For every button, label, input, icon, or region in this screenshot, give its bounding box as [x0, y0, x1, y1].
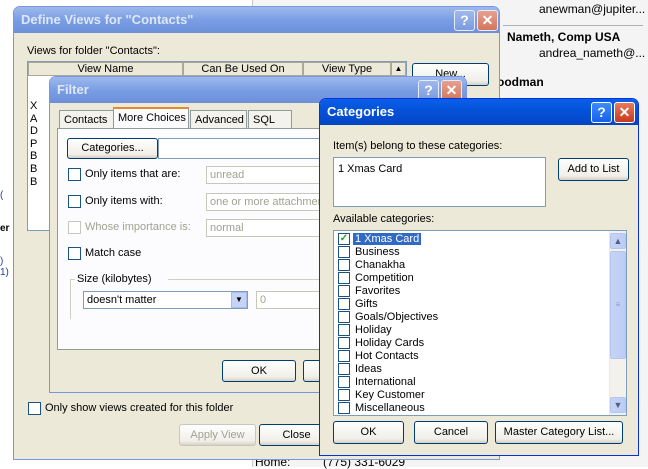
scrollbar[interactable]: ▲ ≡ ▼ — [609, 231, 626, 415]
size-select[interactable]: doesn't matter ▼ — [83, 291, 248, 309]
contact-name-goodman[interactable]: oodman — [497, 75, 544, 89]
list-item[interactable]: Chanakha — [336, 259, 608, 272]
category-checkbox[interactable] — [338, 389, 350, 401]
tab-advanced[interactable]: Advanced — [190, 110, 247, 129]
category-label: Competition — [355, 272, 414, 284]
scroll-down-icon[interactable]: ▼ — [610, 397, 626, 413]
list-item[interactable]: Ideas — [336, 363, 608, 376]
only-show-views-checkbox[interactable] — [28, 402, 41, 415]
match-case-label: Match case — [85, 247, 142, 259]
contact-email-2: andrea_nameth@... — [539, 46, 646, 60]
category-checkbox[interactable] — [338, 402, 350, 414]
close-icon[interactable]: ✕ — [477, 10, 498, 31]
contact-name-comp-usa[interactable]: Nameth, Comp USA — [507, 30, 620, 44]
list-item[interactable]: Holiday — [336, 324, 608, 337]
tab-sql[interactable]: SQL — [248, 110, 292, 129]
master-category-list-button[interactable]: Master Category List... — [495, 421, 623, 444]
list-item[interactable]: Hot Contacts — [336, 350, 608, 363]
category-label: Key Customer — [355, 389, 425, 401]
category-label: Miscellaneous — [355, 402, 425, 414]
category-checkbox[interactable] — [338, 246, 350, 258]
help-button[interactable]: ? — [454, 10, 475, 31]
only-items-that-are-checkbox[interactable] — [68, 168, 81, 181]
list-item[interactable]: Business — [336, 246, 608, 259]
list-item[interactable]: Goals/Objectives — [336, 311, 608, 324]
categories-cancel-button[interactable]: Cancel — [414, 421, 488, 444]
category-checkbox[interactable] — [338, 363, 350, 375]
column-can-be-used-on[interactable]: Can Be Used On — [183, 62, 303, 76]
categories-dialog: Categories ? ✕ Item(s) belong to these c… — [319, 98, 639, 456]
category-checkbox[interactable] — [338, 272, 350, 284]
category-checkbox[interactable] — [338, 298, 350, 310]
list-item[interactable]: Miscellaneous — [336, 402, 608, 415]
left-pane-fragment: (er) 1) — [0, 190, 10, 278]
define-views-titlebar[interactable]: Define Views for "Contacts" — [14, 7, 499, 33]
category-label: International — [355, 376, 416, 388]
add-to-list-button[interactable]: Add to List — [558, 158, 629, 181]
scroll-thumb[interactable]: ≡ — [610, 251, 626, 359]
filter-ok-button[interactable]: OK — [222, 360, 296, 382]
category-label: 1 Xmas Card — [353, 233, 422, 245]
category-checkbox[interactable] — [338, 324, 350, 336]
category-label: Ideas — [355, 363, 382, 375]
category-label: Holiday Cards — [355, 337, 425, 349]
category-label: Chanakha — [355, 259, 406, 271]
category-label: Goals/Objectives — [355, 311, 439, 323]
categories-title: Categories — [327, 104, 395, 119]
category-checkbox[interactable] — [338, 337, 350, 349]
category-checkbox[interactable] — [338, 259, 350, 271]
category-label: Gifts — [355, 298, 378, 310]
importance-label: Whose importance is: — [85, 221, 191, 233]
size-select-value: doesn't matter — [87, 294, 157, 306]
list-item[interactable]: ✓ 1 Xmas Card — [336, 233, 608, 246]
chevron-down-icon[interactable]: ▼ — [231, 292, 247, 308]
category-label: Hot Contacts — [355, 350, 419, 362]
only-show-views-label: Only show views created for this folder — [45, 402, 234, 414]
category-checkbox[interactable] — [338, 285, 350, 297]
categories-ok-button[interactable]: OK — [333, 421, 404, 444]
close-icon[interactable]: ✕ — [614, 102, 635, 123]
views-for-folder-label: Views for folder "Contacts": — [27, 45, 160, 57]
category-label: Favorites — [355, 285, 401, 297]
categories-button[interactable]: Categories... — [67, 138, 158, 159]
tab-contacts[interactable]: Contacts — [59, 110, 114, 129]
apply-view-button[interactable]: Apply View — [179, 424, 256, 446]
only-items-that-are-label: Only items that are: — [85, 168, 181, 180]
importance-checkbox[interactable] — [68, 221, 81, 234]
available-label: Available categories: — [333, 213, 435, 225]
list-item[interactable]: Key Customer — [336, 389, 608, 402]
scroll-up-icon[interactable]: ▲ — [391, 62, 406, 76]
list-item[interactable]: International — [336, 376, 608, 389]
list-item[interactable]: Holiday Cards — [336, 337, 608, 350]
category-checkbox[interactable]: ✓ — [338, 233, 350, 245]
column-view-type[interactable]: View Type — [303, 62, 391, 76]
belongs-label: Item(s) belong to these categories: — [333, 140, 503, 152]
contact-email-1: anewman@jupiter... — [539, 2, 646, 16]
available-categories-list[interactable]: ✓ 1 Xmas Card Business Chanakha Competition F… — [333, 230, 627, 416]
category-label: Holiday — [355, 324, 392, 336]
define-views-title: Define Views for "Contacts" — [21, 12, 194, 27]
filter-title: Filter — [57, 82, 89, 97]
views-row-initials: XADPBBB — [30, 100, 38, 188]
category-label: Business — [355, 246, 400, 258]
only-items-with-checkbox[interactable] — [68, 195, 81, 208]
list-item[interactable]: Favorites — [336, 285, 608, 298]
only-items-with-label: Only items with: — [85, 195, 163, 207]
belongs-field[interactable]: 1 Xmas Card — [333, 157, 546, 207]
scroll-up-icon[interactable]: ▲ — [610, 233, 626, 249]
list-item[interactable]: Gifts — [336, 298, 608, 311]
tab-more-choices[interactable]: More Choices — [113, 107, 189, 128]
category-checkbox[interactable] — [338, 350, 350, 362]
match-case-checkbox[interactable] — [68, 247, 81, 260]
column-view-name[interactable]: View Name — [28, 62, 183, 76]
category-checkbox[interactable] — [338, 376, 350, 388]
size-group-label: Size (kilobytes) — [77, 273, 152, 285]
category-checkbox[interactable] — [338, 311, 350, 323]
help-button[interactable]: ? — [591, 102, 612, 123]
list-item[interactable]: Competition — [336, 272, 608, 285]
